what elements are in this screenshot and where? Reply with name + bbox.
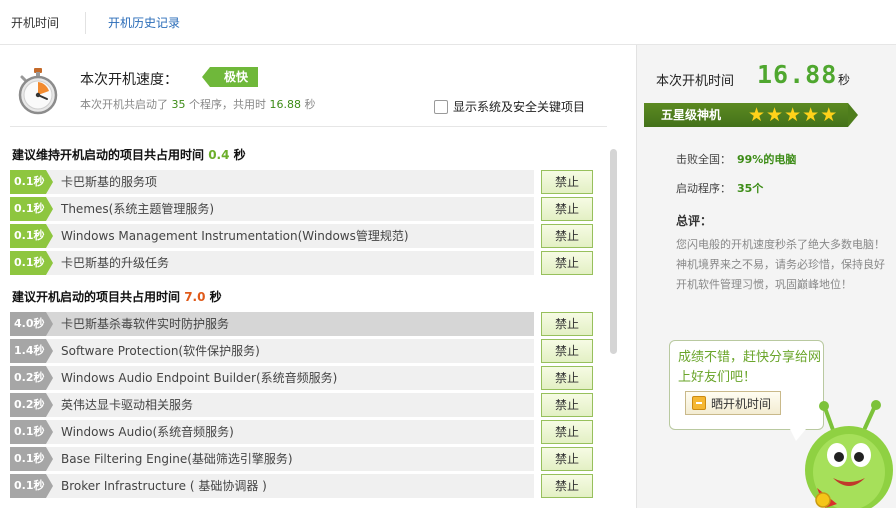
disable-button[interactable]: 禁止 [541, 447, 593, 471]
boot-duration: 16.88 [269, 98, 302, 111]
boot-time-label: 本次开机时间 [656, 74, 735, 89]
disable-button[interactable]: 禁止 [541, 251, 593, 275]
disable-button[interactable]: 禁止 [541, 393, 593, 417]
program-count: 35 [171, 98, 186, 111]
item-name: Base Filtering Engine(基础筛选引擎服务) [61, 452, 293, 466]
item-time-tag: 0.1秒 [10, 197, 53, 221]
boot-time-value: 16.88 [757, 60, 838, 89]
star-icon: ★ [748, 104, 766, 126]
star-icon: ★ [802, 104, 820, 126]
beat-stat: 击败全国： 99%的电脑 [676, 151, 796, 167]
share-icon [692, 396, 706, 410]
beat-label: 击败全国： [676, 153, 731, 166]
disable-button[interactable]: 禁止 [541, 474, 593, 498]
star-icon: ★ [766, 104, 784, 126]
list-item: 0.1秒 Broker Infrastructure ( 基础协调器 ) 禁止 [10, 474, 594, 498]
boot-items-panel: 本次开机速度： 极快 本次开机共启动了 35 个程序，共用时 16.88 秒 显… [0, 45, 635, 508]
star-icon: ★ [820, 104, 838, 126]
disable-button[interactable]: 禁止 [541, 366, 593, 390]
list-item: 0.1秒 Windows Audio(系统音频服务) 禁止 [10, 420, 594, 444]
item-time-tag: 4.0秒 [10, 312, 53, 336]
keep-section-time: 0.4 [208, 148, 230, 162]
keep-section-unit: 秒 [233, 148, 246, 162]
share-prompt: 成绩不错，赶快分享给网上好友们吧！ [678, 350, 822, 385]
boot-time-unit: 秒 [838, 73, 851, 87]
list-item: 0.1秒 卡巴斯基的服务项 禁止 [10, 170, 594, 194]
programs-value: 35个 [737, 182, 764, 195]
result-summary-panel: 本次开机时间 16.88 秒 五星级神机 ★ ★ ★ ★ ★ 击败全国： 99%的… [636, 45, 896, 508]
show-system-checkbox[interactable] [434, 99, 448, 114]
item-name: Software Protection(软件保护服务) [61, 344, 260, 358]
star-icon: ★ [784, 104, 802, 126]
disable-button[interactable]: 禁止 [541, 420, 593, 444]
item-time-tag: 0.2秒 [10, 366, 53, 390]
item-time-tag: 0.1秒 [10, 224, 53, 248]
keep-section-header: 建议维持开机启动的项目共占用时间 0.4 秒 [12, 146, 246, 163]
show-system-items-toggle[interactable]: 显示系统及安全关键项目 [434, 98, 585, 115]
item-name: 卡巴斯基的服务项 [61, 175, 158, 189]
disable-button[interactable]: 禁止 [541, 339, 593, 363]
list-item: 0.1秒 Windows Management Instrumentation(… [10, 224, 594, 248]
list-item: 0.1秒 卡巴斯基的升级任务 禁止 [10, 251, 594, 275]
header-divider [10, 126, 607, 127]
summary-prefix: 本次开机共启动了 [80, 98, 168, 111]
share-boot-time-button[interactable]: 晒开机时间 [685, 391, 782, 415]
tab-bar: 开机时间 开机历史记录 [0, 0, 896, 45]
beat-value: 99%的电脑 [737, 153, 797, 166]
item-name: 英伟达显卡驱动相关服务 [61, 398, 194, 412]
item-name: Broker Infrastructure ( 基础协调器 ) [61, 479, 267, 493]
item-name: 卡巴斯基杀毒软件实时防护服务 [61, 317, 230, 331]
list-item: 4.0秒 卡巴斯基杀毒软件实时防护服务 禁止 [10, 312, 594, 336]
startup-section-label: 建议开机启动的项目共占用时间 [12, 290, 181, 304]
boot-speed-title: 本次开机速度： [80, 72, 178, 88]
item-name: Themes(系统主题管理服务) [61, 202, 215, 216]
item-time-tag: 1.4秒 [10, 339, 53, 363]
item-name: Windows Audio(系统音频服务) [61, 425, 234, 439]
item-name: Windows Management Instrumentation(Windo… [61, 229, 409, 243]
share-bubble: 成绩不错，赶快分享给网上好友们吧！ 晒开机时间 [669, 340, 824, 441]
scrollbar-thumb[interactable] [610, 149, 617, 354]
tab-boot-time[interactable]: 开机时间 [11, 15, 59, 31]
item-time-tag: 0.1秒 [10, 170, 53, 194]
list-item: 0.1秒 Themes(系统主题管理服务) 禁止 [10, 197, 594, 221]
summary-mid: 个程序，共用时 [189, 98, 266, 111]
item-name: Windows Audio Endpoint Builder(系统音频服务) [61, 371, 338, 385]
show-system-label: 显示系统及安全关键项目 [453, 100, 586, 114]
startup-section-unit: 秒 [209, 290, 222, 304]
boot-duration-unit: 秒 [304, 98, 316, 111]
list-item: 0.2秒 Windows Audio Endpoint Builder(系统音频… [10, 366, 594, 390]
disable-button[interactable]: 禁止 [541, 224, 593, 248]
keep-section-label: 建议维持开机启动的项目共占用时间 [12, 148, 205, 162]
tab-divider [85, 12, 86, 34]
disable-button[interactable]: 禁止 [541, 170, 593, 194]
mascot-icon [805, 400, 893, 508]
programs-stat: 启动程序： 35个 [676, 180, 763, 196]
item-time-tag: 0.2秒 [10, 393, 53, 417]
item-time-tag: 0.1秒 [10, 447, 53, 471]
comment-title: 总评： [676, 214, 713, 228]
list-scrollbar[interactable] [609, 147, 619, 508]
rank-banner: 五星级神机 ★ ★ ★ ★ ★ [644, 103, 858, 127]
programs-label: 启动程序： [676, 182, 731, 195]
boot-speed-badge: 极快 [201, 67, 259, 87]
tab-boot-history[interactable]: 开机历史记录 [108, 15, 180, 31]
list-item: 0.1秒 Base Filtering Engine(基础筛选引擎服务) 禁止 [10, 447, 594, 471]
list-item: 1.4秒 Software Protection(软件保护服务) 禁止 [10, 339, 594, 363]
share-button-label: 晒开机时间 [711, 396, 772, 411]
comment-text: 您闪电般的开机速度秒杀了绝大多数电脑！神机境界来之不易，请务必珍惜，保持良好开机… [676, 238, 885, 291]
boot-summary-line: 本次开机共启动了 35 个程序，共用时 16.88 秒 [80, 96, 316, 112]
startup-section-time: 7.0 [184, 290, 206, 304]
item-time-tag: 0.1秒 [10, 251, 53, 275]
item-name: 卡巴斯基的升级任务 [61, 256, 170, 270]
startup-section-header: 建议开机启动的项目共占用时间 7.0 秒 [12, 288, 222, 305]
item-time-tag: 0.1秒 [10, 420, 53, 444]
rank-label: 五星级神机 [661, 108, 722, 122]
stopwatch-icon [18, 68, 58, 115]
disable-button[interactable]: 禁止 [541, 197, 593, 221]
list-item: 0.2秒 英伟达显卡驱动相关服务 禁止 [10, 393, 594, 417]
item-time-tag: 0.1秒 [10, 474, 53, 498]
rating-stars: ★ ★ ★ ★ ★ [748, 104, 837, 126]
disable-button[interactable]: 禁止 [541, 312, 593, 336]
